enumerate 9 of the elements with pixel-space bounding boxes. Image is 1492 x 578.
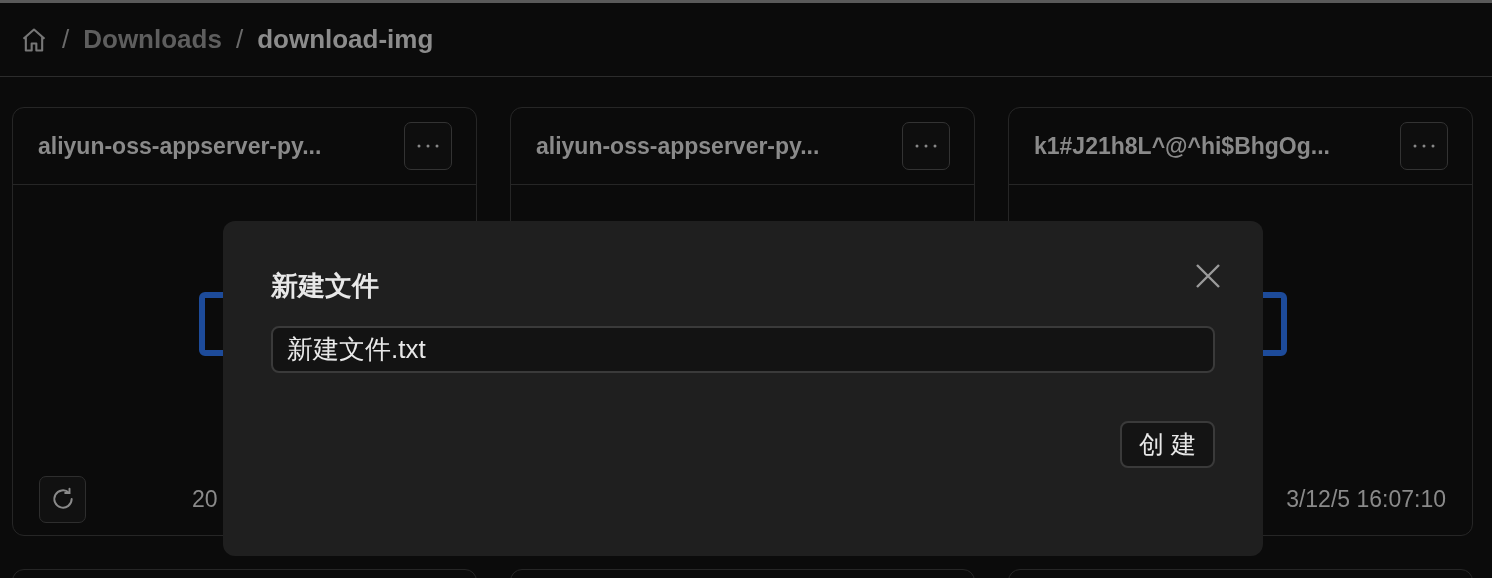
file-name: aliyun-oss-appserver-py... [38,132,322,160]
breadcrumb-separator: / [235,24,244,55]
breadcrumb-item: download-img [257,24,434,55]
modified-date: 3/12/5 16:07:10 [1285,485,1446,513]
dialog-title: 新建文件 [271,270,379,303]
modified-date: 20 [192,485,219,513]
file-name: k1#J21h8L^@^hi$BhgOg... [1034,132,1330,160]
breadcrumb-separator: / [62,24,70,55]
file-name: aliyun-oss-appserver-py... [536,132,820,160]
